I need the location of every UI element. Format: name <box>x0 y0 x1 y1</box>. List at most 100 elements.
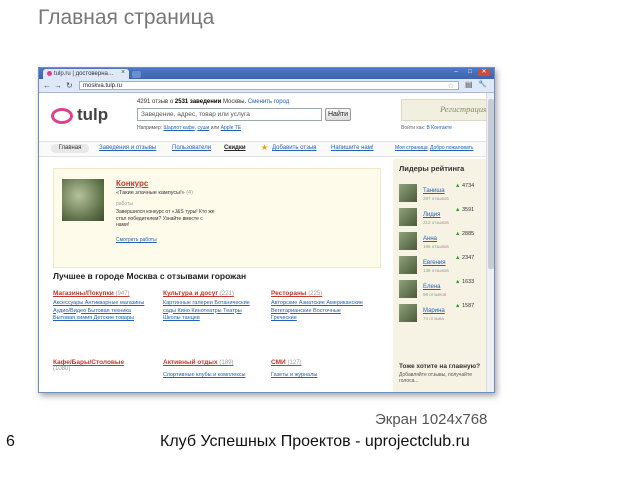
close-button[interactable]: ✕ <box>478 69 490 76</box>
category-count: (221) <box>219 291 234 297</box>
category-links[interactable]: Аксессуары Антикварные магазины Аудио/Ви… <box>53 300 149 323</box>
register-label: Регистрация <box>440 104 488 114</box>
maximize-button[interactable]: □ <box>464 69 476 76</box>
nav-users[interactable]: Пользователи <box>172 145 211 151</box>
browser-toolbar: ← → ↻ moskva.tulp.ru ☆ ▤ 🔧 <box>39 79 494 93</box>
leader-name[interactable]: Таниша <box>423 188 445 194</box>
leader-name[interactable]: Марина <box>423 308 445 314</box>
page-menu-icon[interactable]: ▤ <box>465 80 473 90</box>
example-link[interactable]: Apple TE <box>221 125 241 131</box>
nav-welcome[interactable]: Добро пожаловать <box>430 145 474 151</box>
nav-discounts[interactable]: Скидки <box>224 145 246 151</box>
avatar[interactable] <box>399 304 417 322</box>
category-title[interactable]: Культура и досуг (221) <box>163 290 259 297</box>
reload-button[interactable]: ↻ <box>66 81 73 90</box>
change-city-link[interactable]: Сменить город <box>248 99 289 105</box>
nav-my-page[interactable]: Моя страница <box>395 145 428 151</box>
avatar[interactable] <box>399 184 417 202</box>
leader-score: ▲ 3591 <box>455 207 474 213</box>
leader-reviews: 166 отзывов <box>423 244 449 249</box>
address-bar[interactable]: moskva.tulp.ru ☆ <box>79 81 459 90</box>
leader-name[interactable]: Лидия <box>423 212 440 218</box>
category-links[interactable]: Спортивные клубы и комплексы <box>163 372 273 380</box>
category-title-text: Культура и досуг <box>163 290 219 297</box>
leader-name[interactable]: Евгения <box>423 260 446 266</box>
example-link[interactable]: суши <box>198 125 210 131</box>
example-label: Например: <box>137 125 163 131</box>
score-arrow-icon: ▲ <box>455 279 461 285</box>
leader-score-value: 2885 <box>461 231 475 237</box>
category-count: (947) <box>115 291 130 297</box>
leader-item[interactable]: Анна 166 отзывов ▲ 2885 <box>397 231 483 253</box>
leader-score-value: 3591 <box>461 207 475 213</box>
category-title[interactable]: Кафе/Бары/Столовые <box>53 359 124 366</box>
minimize-button[interactable]: – <box>450 69 462 76</box>
page-scrollbar[interactable] <box>486 93 494 392</box>
leader-score-value: 1633 <box>461 279 475 285</box>
site-navbar: Главная Заведения и отзывы Пользователи … <box>39 141 486 157</box>
leaders-title: Лидеры рейтинга <box>399 164 465 173</box>
contest-view-link[interactable]: Смотреть работы <box>116 237 157 243</box>
category-links[interactable]: Авторские Азиатские Американские Вегетар… <box>271 300 367 323</box>
example-link[interactable]: Шарлот кафе <box>163 125 194 131</box>
avatar[interactable] <box>399 280 417 298</box>
category-links[interactable]: Газеты и журналы <box>271 372 367 380</box>
scrollbar-thumb[interactable] <box>488 99 494 269</box>
nav-write-us[interactable]: Напишите нам! <box>331 145 374 151</box>
contest-block: Конкурс «Такие злачные кампусы!» (4) раб… <box>53 168 381 268</box>
slide-title: Главная страница <box>38 6 215 29</box>
leader-item[interactable]: Елена 98 отзывов ▲ 1633 <box>397 279 483 301</box>
contest-subtitle: «Такие злачные кампусы!» (4) <box>116 190 193 196</box>
avatar[interactable] <box>399 256 417 274</box>
search-button[interactable]: Найти <box>325 108 351 121</box>
wrench-icon[interactable]: 🔧 <box>478 80 487 90</box>
category-shops: Магазины/Покупки (947) Аксессуары Антикв… <box>53 290 149 323</box>
avatar[interactable] <box>399 232 417 250</box>
search-input[interactable]: Заведение, адрес, товар или услуга <box>137 108 322 121</box>
tab-close-icon[interactable]: × <box>121 68 125 78</box>
tab-title: tulp.ru | достоверна… <box>54 71 114 77</box>
site-logo[interactable]: tulp <box>77 105 108 125</box>
leader-item[interactable]: Марина 74 отзыва ▲ 1587 <box>397 303 483 325</box>
score-arrow-icon: ▲ <box>455 303 461 309</box>
category-title-text: Магазины/Покупки <box>53 290 114 297</box>
leader-score-value: 4734 <box>461 183 475 189</box>
leader-reviews: 74 отзыва <box>423 316 444 321</box>
leader-score-value: 2347 <box>461 255 475 261</box>
nav-home[interactable]: Главная <box>51 144 89 153</box>
register-button[interactable]: Регистрация <box>401 99 488 121</box>
leader-score-value: 1587 <box>461 303 475 309</box>
category-title[interactable]: СМИ (127) <box>271 359 367 366</box>
leader-item[interactable]: Евгения 138 отзывов ▲ 2347 <box>397 255 483 277</box>
category-title[interactable]: Магазины/Покупки (947) <box>53 290 149 297</box>
avatar[interactable] <box>399 208 417 226</box>
leader-reviews: 213 отзывов <box>423 220 449 225</box>
contest-photo[interactable] <box>62 179 104 221</box>
leader-reviews: 138 отзывов <box>423 268 449 273</box>
tulp-favicon-icon <box>47 70 52 76</box>
slide-footer: Клуб Успешных Проектов - uprojectclub.ru <box>160 433 470 450</box>
leader-name[interactable]: Анна <box>423 236 437 242</box>
browser-tab[interactable]: tulp.ru | достоверна… <box>43 69 129 79</box>
leader-item[interactable]: Лидия 213 отзывов ▲ 3591 <box>397 207 483 229</box>
category-title[interactable]: Рестораны (225) <box>271 290 367 297</box>
new-tab-button[interactable] <box>132 71 141 78</box>
vkontakte-login-link[interactable]: В Контакте <box>426 125 451 131</box>
login-label: Войти как: <box>401 125 426 131</box>
want-main-title: Тоже хотите на главную? <box>399 363 481 370</box>
nav-places[interactable]: Заведения и отзывы <box>99 145 156 151</box>
nav-add-review[interactable]: Добавить отзыв <box>272 145 316 151</box>
leader-name[interactable]: Елена <box>423 284 441 290</box>
leader-score: ▲ 4734 <box>455 183 474 189</box>
back-button[interactable]: ← <box>43 81 51 90</box>
leader-reviews: 287 отзывов <box>423 196 449 201</box>
forward-button[interactable]: → <box>54 81 62 90</box>
category-links[interactable]: Картинные галереи Ботанические сады Кино… <box>163 300 259 323</box>
leader-item[interactable]: Таниша 287 отзывов ▲ 4734 <box>397 183 483 205</box>
category-title[interactable]: Активный отдых (189) <box>163 359 273 366</box>
score-arrow-icon: ▲ <box>455 255 461 261</box>
leader-score: ▲ 2347 <box>455 255 474 261</box>
site-stats: 4291 отзыв о 2531 заведении Москвы. Смен… <box>137 99 289 105</box>
bookmark-star-icon[interactable]: ☆ <box>448 82 454 91</box>
contest-title[interactable]: Конкурс <box>116 179 148 188</box>
